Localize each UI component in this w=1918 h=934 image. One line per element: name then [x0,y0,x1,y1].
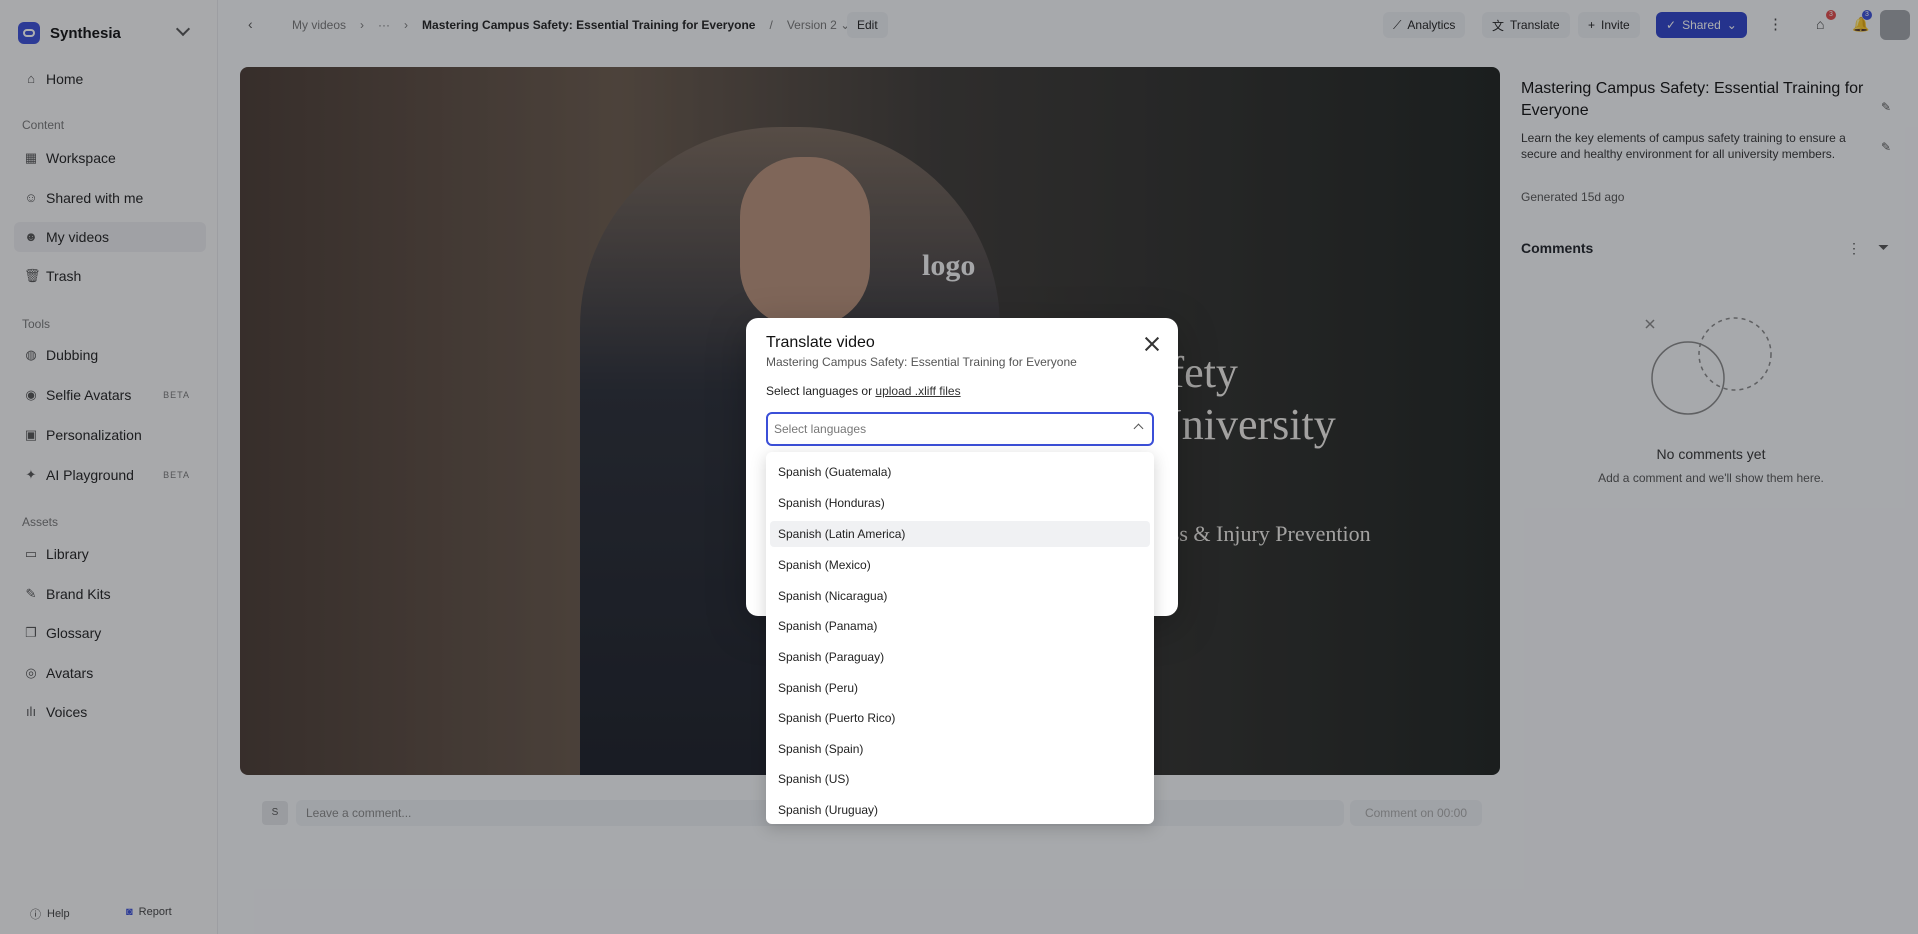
language-select-placeholder: Select languages [774,422,867,436]
language-label: Select languages or upload .xliff files [766,384,961,398]
language-option[interactable]: Spanish (Uruguay) [770,797,1150,823]
language-option[interactable]: Spanish (Honduras) [770,490,1150,516]
language-option[interactable]: Spanish (Spain) [770,736,1150,762]
language-option[interactable]: Spanish (Paraguay) [770,644,1150,670]
chevron-up-icon [1133,423,1144,434]
language-select[interactable]: Select languages [766,412,1154,446]
modal-title: Translate video [766,334,875,351]
close-icon[interactable] [1144,336,1160,352]
modal-subtitle: Mastering Campus Safety: Essential Train… [766,355,1077,369]
language-option[interactable]: Spanish (Guatemala) [770,459,1150,485]
language-label-text: Select languages or [766,384,873,398]
language-option[interactable]: Spanish (Latin America) [770,521,1150,547]
language-option[interactable]: Spanish (Panama) [770,613,1150,639]
language-option[interactable]: Spanish (US) [770,766,1150,792]
language-option[interactable]: Spanish (Mexico) [770,552,1150,578]
language-option[interactable]: Spanish (Puerto Rico) [770,705,1150,731]
upload-xliff-link[interactable]: upload .xliff files [875,384,960,398]
language-dropdown[interactable]: Spanish (Guatemala) Spanish (Honduras) S… [766,452,1154,824]
language-option[interactable]: Spanish (Nicaragua) [770,583,1150,609]
language-option[interactable]: Spanish (Peru) [770,675,1150,701]
